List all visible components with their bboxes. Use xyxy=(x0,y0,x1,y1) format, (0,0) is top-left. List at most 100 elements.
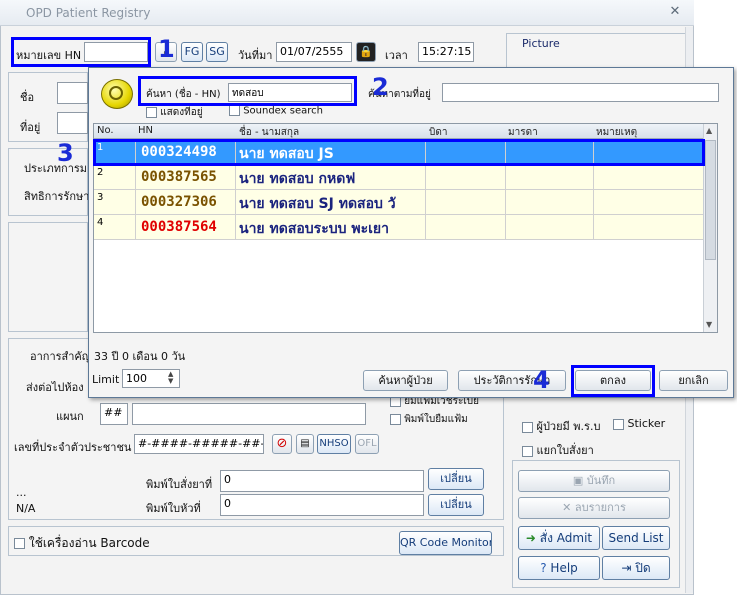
split-drug-checkbox[interactable] xyxy=(522,445,533,457)
exit-icon: ⇥ xyxy=(621,561,632,575)
print-receipt-label: พิมพ์ใบหัวที่ xyxy=(146,502,201,515)
admit-button[interactable]: ➜ สั่ง Admit xyxy=(518,526,600,550)
print-borrow-checkbox[interactable] xyxy=(390,413,401,425)
exit-button[interactable]: ⇥ ปิด xyxy=(602,556,670,580)
insurance-option[interactable]: ผู้ป่วยมี พ.ร.บ xyxy=(522,417,600,435)
card-reader-icon[interactable]: ▤ xyxy=(296,434,314,454)
send-room-label: ส่งต่อไปห้อง xyxy=(26,381,84,394)
scroll-down-icon[interactable]: ▼ xyxy=(706,320,712,329)
scroll-up-icon[interactable]: ▲ xyxy=(706,126,712,135)
lock-icon[interactable]: 🔒 xyxy=(356,42,376,62)
row-mother xyxy=(506,165,594,190)
change-drug-button[interactable]: เปลี่ยน xyxy=(428,468,484,490)
table-row[interactable]: 4 000387564 นาย ทดสอบระบบ พะเยา xyxy=(94,215,704,240)
qr-monitor-button[interactable]: QR Code Monitor xyxy=(399,531,492,555)
row-no: 4 xyxy=(94,215,136,240)
table-row[interactable]: 2 000387565 นาย ทดสอบ กหดฟ xyxy=(94,165,704,190)
date-input[interactable]: 01/07/2555 xyxy=(276,42,352,62)
find-patient-button[interactable]: ค้นหาผู้ป่วย xyxy=(363,370,448,391)
marker-box-1 xyxy=(11,37,151,67)
row-note xyxy=(594,165,704,190)
sticker-option[interactable]: Sticker xyxy=(613,417,665,430)
delete-label: ลบรายการ xyxy=(574,501,626,514)
show-address-option[interactable]: แสดงที่อยู่ xyxy=(146,105,203,120)
row-note xyxy=(594,215,704,240)
help-button[interactable]: ? Help xyxy=(518,556,600,580)
col-no[interactable]: No. xyxy=(97,125,114,136)
split-drug-label: แยกใบสั่งยา xyxy=(536,444,594,457)
citizen-id-label: เลขที่ประจำตัวประชาชน xyxy=(14,441,132,454)
name-input[interactable] xyxy=(57,82,88,104)
save-icon: ▣ xyxy=(572,474,584,487)
fg-button[interactable]: FG xyxy=(181,42,203,62)
show-address-label: แสดงที่อยู่ xyxy=(160,107,203,118)
table-row[interactable]: 3 000327306 นาย ทดสอบ SJ ทดสอบ วั xyxy=(94,190,704,215)
col-mother[interactable]: มารดา xyxy=(508,125,538,140)
send-list-button[interactable]: Send List xyxy=(602,526,670,550)
row-mother xyxy=(506,215,594,240)
help-label: Help xyxy=(550,561,578,575)
save-label: บันทึก xyxy=(586,474,616,487)
print-borrow-option[interactable]: พิมพ์ใบยืมแฟ้ม xyxy=(390,412,468,427)
show-address-checkbox[interactable] xyxy=(146,106,157,118)
col-father[interactable]: บิดา xyxy=(429,125,447,140)
row-no: 3 xyxy=(94,190,136,215)
marker-number-2: 2 xyxy=(372,73,389,101)
name-label: ชื่อ xyxy=(20,91,35,104)
citizen-id-input[interactable]: #-####-#####-##-# xyxy=(134,434,264,454)
marker-box-2 xyxy=(138,76,357,106)
cancel-button[interactable]: ยกเลิก xyxy=(659,370,728,391)
sg-button[interactable]: SG xyxy=(206,42,228,62)
exit-label: ปิด xyxy=(635,561,651,575)
department-name-input[interactable] xyxy=(132,403,366,425)
empty-panel xyxy=(8,222,88,332)
row-name: นาย ทดสอบระบบ พะเยา xyxy=(236,215,426,240)
history-button[interactable]: ประวัติการรักษา xyxy=(458,370,566,391)
sticker-checkbox[interactable] xyxy=(613,418,624,430)
print-drug-input[interactable]: 0 xyxy=(220,470,424,492)
address-input[interactable] xyxy=(57,112,88,134)
marker-box-3 xyxy=(93,139,705,166)
split-drug-option[interactable]: แยกใบสั่งยา xyxy=(522,441,594,459)
symptom-label: อาการสำคัญ xyxy=(30,350,92,363)
insurance-label: ผู้ป่วยมี พ.ร.บ xyxy=(536,420,601,433)
col-note[interactable]: หมายเหตุ xyxy=(596,125,637,140)
time-label: เวลา xyxy=(385,49,408,62)
age-text: 33 ปี 0 เดือน 0 วัน xyxy=(94,350,186,363)
print-receipt-input[interactable]: 0 xyxy=(220,494,424,516)
soundex-option[interactable]: Soundex search xyxy=(229,105,323,117)
print-borrow-label: พิมพ์ใบยืมแฟ้ม xyxy=(404,414,468,425)
marker-number-4: 4 xyxy=(533,366,550,394)
admit-label: สั่ง Admit xyxy=(539,531,593,545)
marker-box-4 xyxy=(571,365,655,397)
limit-spinner-icon[interactable]: ▲ ▼ xyxy=(168,371,173,385)
grid-scroll-thumb[interactable] xyxy=(705,140,716,260)
nhso-button[interactable]: NHSO xyxy=(317,434,351,454)
col-name[interactable]: ชื่อ - นามสกุล xyxy=(239,125,299,140)
soundex-checkbox[interactable] xyxy=(229,105,240,116)
row-hn: 000387565 xyxy=(136,165,236,190)
grid-header: No. HN ชื่อ - นามสกุล บิดา มารดา หมายเหต… xyxy=(94,124,717,139)
close-icon[interactable]: ✕ xyxy=(664,3,686,21)
barcode-label: ใช้เครื่องอ่าน Barcode xyxy=(28,536,150,550)
insurance-checkbox[interactable] xyxy=(522,421,533,433)
help-icon: ? xyxy=(540,561,547,575)
clear-icon[interactable]: ⊘ xyxy=(272,434,292,454)
sticker-label: Sticker xyxy=(627,417,666,430)
barcode-option[interactable]: ใช้เครื่องอ่าน Barcode xyxy=(14,534,150,553)
address-search-input[interactable] xyxy=(442,83,719,102)
na-text: N/A xyxy=(16,502,36,515)
address-label: ที่อยู่ xyxy=(20,121,41,134)
row-note xyxy=(594,190,704,215)
change-receipt-button[interactable]: เปลี่ยน xyxy=(428,494,484,516)
delete-button[interactable]: ✕ ลบรายการ xyxy=(518,497,670,519)
barcode-checkbox[interactable] xyxy=(14,538,25,549)
col-hn[interactable]: HN xyxy=(138,125,153,136)
department-code-input[interactable]: ## xyxy=(100,403,128,425)
rights-label: สิทธิการรักษา xyxy=(24,190,90,203)
ofl-button[interactable]: OFL xyxy=(355,434,379,454)
time-input[interactable]: 15:27:15 xyxy=(418,42,474,62)
save-button[interactable]: ▣ บันทึก xyxy=(518,470,670,492)
picture-label: Picture xyxy=(522,37,560,50)
print-drug-label: พิมพ์ใบสั่งยาที่ xyxy=(146,478,213,491)
